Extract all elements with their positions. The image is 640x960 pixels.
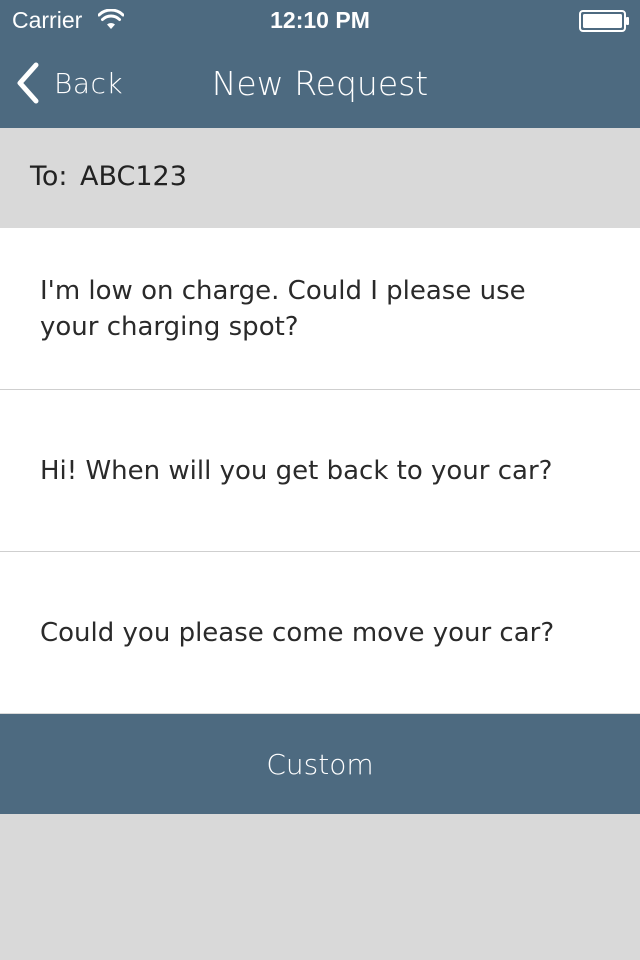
battery-icon xyxy=(579,10,631,32)
header: Carrier 12:10 PM Back New Request xyxy=(0,0,640,128)
status-time: 12:10 PM xyxy=(270,7,370,33)
recipient-value: ABC123 xyxy=(80,161,187,192)
message-text: Hi! When will you get back to your car? xyxy=(40,455,553,486)
empty-footer xyxy=(0,814,640,960)
message-text: I'm low on charge. Could I please use yo… xyxy=(40,275,526,342)
recipient-label: To: xyxy=(30,161,68,192)
navigation-bar: Back New Request xyxy=(0,40,640,128)
message-text: Could you please come move your car? xyxy=(40,617,555,648)
message-option-low-charge[interactable]: I'm low on charge. Could I please use yo… xyxy=(0,228,640,389)
recipient-row: To: ABC123 xyxy=(0,128,640,228)
message-option-move-car[interactable]: Could you please come move your car? xyxy=(0,552,640,713)
custom-button[interactable]: Custom xyxy=(0,714,640,814)
message-option-when-back[interactable]: Hi! When will you get back to your car? xyxy=(0,390,640,551)
status-bar: Carrier 12:10 PM xyxy=(0,0,640,40)
page-title: New Request xyxy=(211,64,429,103)
